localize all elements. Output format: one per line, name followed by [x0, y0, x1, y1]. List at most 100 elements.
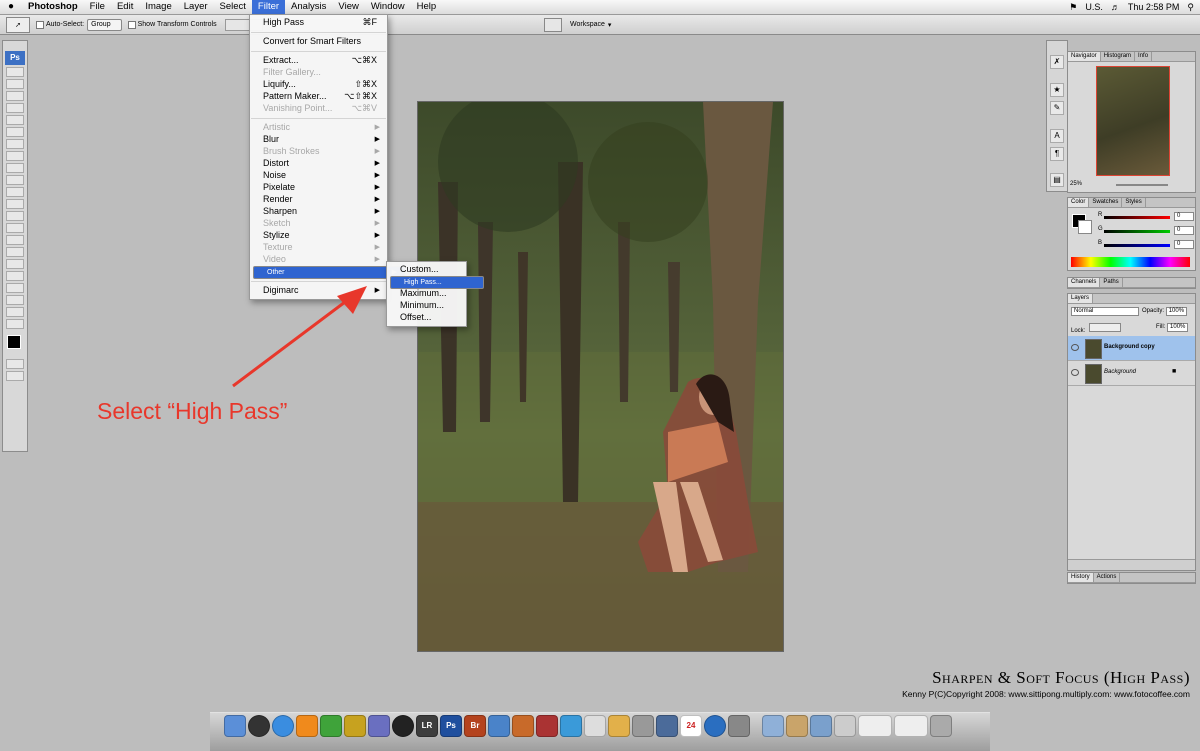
history-brush-tool[interactable]: [6, 175, 24, 185]
character-icon[interactable]: A: [1050, 129, 1064, 143]
quick-mask-button[interactable]: [6, 359, 24, 369]
screen-mode-button[interactable]: [6, 371, 24, 381]
dashboard-icon[interactable]: [248, 715, 270, 737]
move-tool[interactable]: [6, 67, 24, 77]
healing-brush-tool[interactable]: [6, 139, 24, 149]
show-transform-checkbox[interactable]: [127, 20, 136, 29]
shape-tool[interactable]: [6, 271, 24, 281]
background-color-box[interactable]: [1078, 220, 1092, 234]
trash-icon[interactable]: [930, 715, 952, 737]
eyedropper-tool[interactable]: [6, 295, 24, 305]
navigator-thumbnail[interactable]: [1096, 66, 1170, 176]
path-selection-tool[interactable]: [6, 259, 24, 269]
menu-item-sharpen[interactable]: Sharpen ▶: [250, 206, 387, 217]
downloads-folder-icon[interactable]: [810, 715, 832, 737]
show-transform-control[interactable]: Show Transform Controls: [127, 20, 217, 29]
keynote-icon[interactable]: [512, 715, 534, 737]
red-value-field[interactable]: 0: [1174, 212, 1194, 221]
menu-file[interactable]: File: [84, 0, 111, 14]
tab-history[interactable]: History: [1068, 573, 1094, 582]
tab-paths[interactable]: Paths: [1100, 278, 1123, 287]
layer-row-background-copy[interactable]: Background copy: [1068, 336, 1195, 361]
marquee-tool[interactable]: [6, 79, 24, 89]
menu-image[interactable]: Image: [139, 0, 177, 14]
hand-tool[interactable]: [6, 307, 24, 317]
tab-channels[interactable]: Channels: [1068, 278, 1101, 287]
tab-info[interactable]: Info: [1135, 52, 1153, 61]
folder-icon[interactable]: [762, 715, 784, 737]
auto-select-control[interactable]: Auto-Select: Group: [36, 18, 122, 31]
pineapple-icon[interactable]: [344, 715, 366, 737]
menu-help[interactable]: Help: [411, 0, 443, 14]
tab-actions[interactable]: Actions: [1094, 573, 1121, 582]
pen-app-icon[interactable]: [368, 715, 390, 737]
photoshop-icon[interactable]: Ps: [440, 715, 462, 737]
menu-item-distort[interactable]: Distort ▶: [250, 158, 387, 169]
document-canvas[interactable]: [417, 101, 784, 652]
opacity-field[interactable]: 100%: [1165, 307, 1188, 316]
menu-item-last-filter[interactable]: High Pass ⌘F: [250, 17, 387, 28]
menu-item-pattern-maker[interactable]: Pattern Maker... ⌥⇧⌘X: [250, 91, 387, 102]
layer-row-background[interactable]: Background ■: [1068, 361, 1195, 386]
slice-tool[interactable]: [6, 127, 24, 137]
tab-color[interactable]: Color: [1068, 198, 1090, 207]
workspace-icon[interactable]: [544, 17, 562, 32]
menu-window[interactable]: Window: [365, 0, 411, 14]
auto-select-checkbox[interactable]: [36, 20, 44, 29]
tab-histogram[interactable]: Histogram: [1101, 52, 1136, 61]
submenu-item-offset[interactable]: Offset...: [387, 312, 466, 323]
blue-value-field[interactable]: 0: [1174, 240, 1194, 249]
apple-menu-icon[interactable]: ●: [0, 0, 22, 14]
menu-layer[interactable]: Layer: [178, 0, 214, 14]
mail-icon[interactable]: [608, 715, 630, 737]
itunes-icon[interactable]: [560, 715, 582, 737]
menu-select[interactable]: Select: [214, 0, 252, 14]
green-slider[interactable]: [1104, 230, 1170, 233]
menu-item-blur[interactable]: Blur ▶: [250, 134, 387, 145]
quick-selection-tool[interactable]: [6, 103, 24, 113]
menu-view[interactable]: View: [332, 0, 364, 14]
layers-footer-buttons[interactable]: [1068, 559, 1195, 570]
gradient-tool[interactable]: [6, 199, 24, 209]
visibility-eye-icon[interactable]: [1071, 344, 1079, 351]
finder-icon[interactable]: [224, 715, 246, 737]
flag-icon[interactable]: ⚑: [1069, 2, 1077, 13]
vlc-icon[interactable]: [296, 715, 318, 737]
notes-tool[interactable]: [6, 283, 24, 293]
clock[interactable]: Thu 2:58 PM: [1128, 2, 1180, 12]
menu-item-noise[interactable]: Noise ▶: [250, 170, 387, 181]
menu-item-pixelate[interactable]: Pixelate ▶: [250, 182, 387, 193]
clone-source-icon[interactable]: ★: [1050, 83, 1064, 97]
lightroom-icon[interactable]: LR: [416, 715, 438, 737]
submenu-item-maximum[interactable]: Maximum...: [387, 288, 466, 299]
menu-item-stylize[interactable]: Stylize ▶: [250, 230, 387, 241]
brushes-icon[interactable]: ✎: [1050, 101, 1064, 115]
menu-item-extract[interactable]: Extract... ⌥⌘X: [250, 55, 387, 66]
zoom-slider[interactable]: [1116, 184, 1168, 186]
address-book-icon[interactable]: [632, 715, 654, 737]
menu-item-other[interactable]: Other▶: [253, 266, 405, 279]
blur-tool[interactable]: [6, 211, 24, 221]
layer-comps-icon[interactable]: ▤: [1050, 173, 1064, 187]
tab-layers[interactable]: Layers: [1068, 294, 1094, 303]
spotlight-icon[interactable]: ⚲: [1187, 2, 1194, 13]
blue-slider[interactable]: [1104, 244, 1170, 247]
fill-field[interactable]: 100%: [1167, 323, 1189, 332]
bridge-icon[interactable]: Br: [464, 715, 486, 737]
photobooth-icon[interactable]: [536, 715, 558, 737]
paragraph-icon[interactable]: ¶: [1050, 147, 1064, 161]
photo-stack-icon[interactable]: [834, 715, 856, 737]
menu-item-convert-smart[interactable]: Convert for Smart Filters: [250, 36, 387, 47]
brush-tool[interactable]: [6, 151, 24, 161]
eraser-tool[interactable]: [6, 187, 24, 197]
menu-item-liquify[interactable]: Liquify... ⇧⌘X: [250, 79, 387, 90]
window-minimized-icon[interactable]: [858, 715, 892, 737]
green-value-field[interactable]: 0: [1174, 226, 1194, 235]
auto-select-dropdown[interactable]: Group: [87, 18, 122, 31]
menu-edit[interactable]: Edit: [111, 0, 139, 14]
submenu-item-custom[interactable]: Custom...: [387, 264, 466, 275]
preview-icon[interactable]: [488, 715, 510, 737]
tools-preset-icon[interactable]: ✗: [1050, 55, 1064, 69]
input-source[interactable]: U.S.: [1085, 2, 1103, 12]
type-tool[interactable]: [6, 247, 24, 257]
